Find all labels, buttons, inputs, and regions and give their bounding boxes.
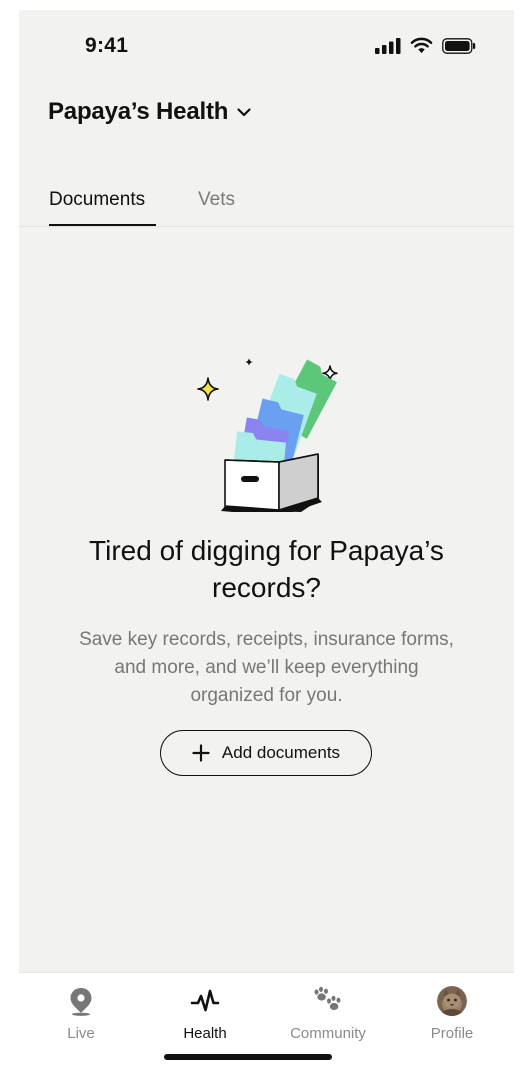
add-documents-button[interactable]: Add documents (160, 730, 372, 776)
tab-vets[interactable]: Vets (198, 189, 235, 211)
bottom-navigation: Live Health Community Profile (19, 972, 514, 1082)
nav-live[interactable]: Live (21, 985, 141, 1042)
nav-label: Profile (430, 1025, 474, 1042)
wifi-icon (410, 37, 433, 54)
avatar (437, 986, 467, 1016)
nav-health[interactable]: Health (145, 985, 265, 1042)
nav-profile[interactable]: Profile (392, 985, 512, 1042)
location-pin-icon (70, 988, 92, 1016)
heartbeat-icon (190, 989, 220, 1012)
empty-state-description-line: organized for you. (190, 685, 343, 706)
status-icons (375, 37, 476, 54)
battery-icon (442, 37, 476, 54)
plus-icon (192, 744, 210, 762)
tab-documents[interactable]: Documents (49, 189, 145, 211)
empty-state-title-line: records? (212, 572, 321, 603)
home-indicator[interactable] (164, 1054, 332, 1060)
status-time: 9:41 (85, 34, 129, 57)
pet-selector[interactable]: Papaya’s Health (48, 98, 252, 126)
nav-community[interactable]: Community (268, 985, 388, 1042)
nav-label: Live (67, 1025, 95, 1042)
empty-state-description: Save key records, receipts, insurance fo… (51, 626, 482, 710)
empty-state-title-line: Tired of digging for Papaya’s (89, 535, 444, 566)
app-screen: 9:41 Papaya’s Health Documents Vets Tire… (19, 10, 514, 1082)
cellular-signal-icon (375, 37, 401, 54)
tab-bar: Documents Vets (19, 186, 514, 227)
empty-state-description-line: and more, and we’ll keep everything (114, 657, 419, 678)
empty-state-description-line: Save key records, receipts, insurance fo… (79, 629, 454, 650)
chevron-down-icon (237, 108, 251, 117)
nav-label: Health (183, 1025, 227, 1042)
active-tab-indicator (49, 224, 156, 226)
add-documents-label: Add documents (221, 743, 341, 762)
empty-state-title: Tired of digging for Papaya’s records? (19, 532, 514, 606)
nav-label: Community (290, 1025, 366, 1042)
paw-prints-icon (314, 986, 341, 1011)
documents-box-illustration (197, 358, 338, 512)
page-title: Papaya’s Health (48, 98, 229, 125)
